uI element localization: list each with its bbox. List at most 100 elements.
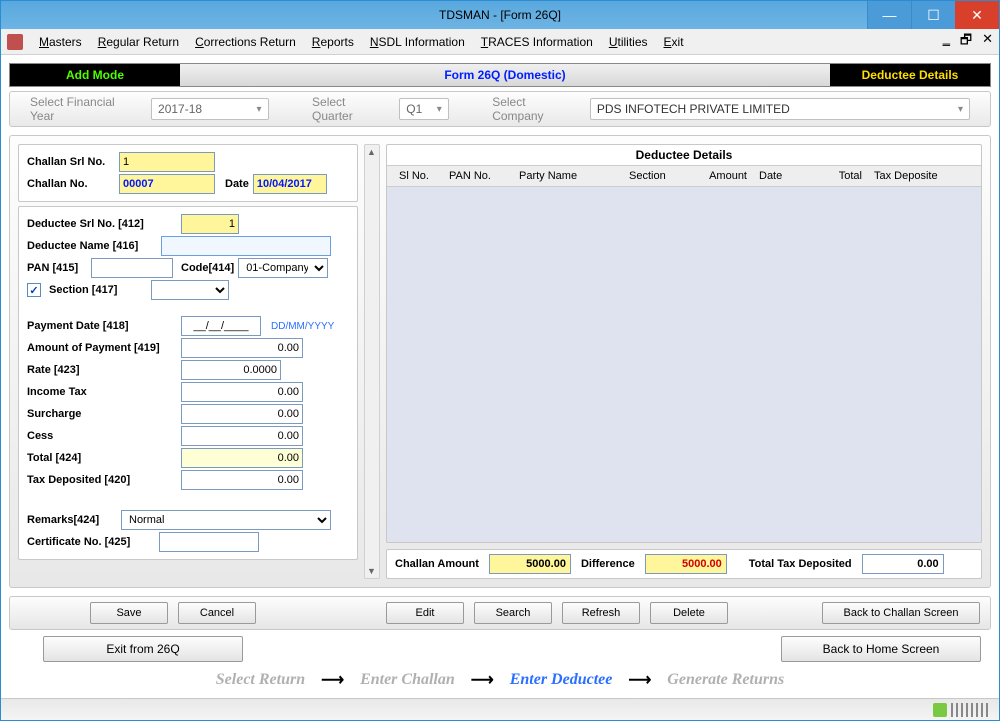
challan-date-input[interactable]	[253, 174, 327, 194]
rate-input[interactable]	[181, 360, 281, 380]
amount-label: Amount of Payment [419]	[27, 342, 177, 354]
challan-amount-value	[489, 554, 571, 574]
resize-grip-icon[interactable]	[951, 703, 991, 717]
total-input[interactable]	[181, 448, 303, 468]
remarks-label: Remarks[424]	[27, 514, 117, 526]
tax-deposited-input[interactable]	[181, 470, 303, 490]
close-icon[interactable]: ✕	[955, 1, 999, 29]
delete-button[interactable]: Delete	[650, 602, 728, 624]
payment-date-input[interactable]	[181, 316, 261, 336]
menu-nsdl[interactable]: NSDL Information	[370, 35, 465, 49]
deductee-srl-input[interactable]	[181, 214, 239, 234]
deductee-box: Deductee Srl No. [412] Deductee Name [41…	[18, 206, 358, 560]
flow-step-3: Enter Deductee	[510, 671, 613, 689]
col-total: Total	[813, 168, 868, 184]
payment-date-label: Payment Date [418]	[27, 320, 177, 332]
fy-combo[interactable]: 2017-18	[151, 98, 269, 120]
deductee-grid: Deductee Details Sl No. PAN No. Party Na…	[386, 144, 982, 543]
total-label: Total [424]	[27, 452, 177, 464]
section-checkbox[interactable]: ✓	[27, 283, 41, 297]
remarks-select[interactable]: Normal	[121, 510, 331, 530]
menu-exit[interactable]: Exit	[664, 35, 684, 49]
save-button[interactable]: Save	[90, 602, 168, 624]
edit-button[interactable]: Edit	[386, 602, 464, 624]
grid-title: Deductee Details	[387, 145, 981, 166]
maximize-icon[interactable]: ☐	[911, 1, 955, 29]
menu-traces[interactable]: TRACES Information	[481, 35, 593, 49]
pan-label: PAN [415]	[27, 262, 87, 274]
grid-body[interactable]	[387, 187, 981, 542]
app-icon	[7, 34, 23, 50]
col-taxdep: Tax Deposite	[868, 168, 975, 184]
challan-box: Challan Srl No. Challan No. Date	[18, 144, 358, 202]
section-select[interactable]	[151, 280, 229, 300]
fy-label: Select Financial Year	[30, 95, 139, 123]
deductee-srl-label: Deductee Srl No. [412]	[27, 218, 177, 230]
grid-header: Sl No. PAN No. Party Name Section Amount…	[387, 166, 981, 187]
menu-corrections-return[interactable]: Corrections Return	[195, 35, 296, 49]
back-home-button[interactable]: Back to Home Screen	[781, 636, 981, 662]
deductee-name-label: Deductee Name [416]	[27, 240, 157, 252]
col-amount: Amount	[693, 168, 753, 184]
quarter-label: Select Quarter	[312, 95, 387, 123]
col-party: Party Name	[513, 168, 623, 184]
mdi-restore-icon[interactable]: 🗗	[960, 31, 972, 53]
cess-input[interactable]	[181, 426, 303, 446]
deductee-name-input[interactable]	[161, 236, 331, 256]
payment-date-hint: DD/MM/YYYY	[271, 321, 334, 332]
company-combo[interactable]: PDS INFOTECH PRIVATE LIMITED	[590, 98, 970, 120]
flow-steps: Select Return ⟶ Enter Challan ⟶ Enter De…	[9, 666, 991, 694]
challan-srl-input[interactable]	[119, 152, 215, 172]
menu-regular-return[interactable]: Regular Return	[98, 35, 179, 49]
certificate-input[interactable]	[159, 532, 259, 552]
filterbar: Select Financial Year 2017-18 Select Qua…	[9, 91, 991, 127]
tax-deposited-label: Tax Deposited [420]	[27, 474, 177, 486]
search-button[interactable]: Search	[474, 602, 552, 624]
refresh-button[interactable]: Refresh	[562, 602, 640, 624]
button-bar: Save Cancel Edit Search Refresh Delete B…	[9, 596, 991, 630]
status-icon	[933, 703, 947, 717]
col-pan: PAN No.	[443, 168, 513, 184]
cancel-button[interactable]: Cancel	[178, 602, 256, 624]
flow-step-2: Enter Challan	[360, 671, 455, 689]
rate-label: Rate [423]	[27, 364, 177, 376]
window-title: TDSMAN - [Form 26Q]	[1, 8, 999, 22]
col-slno: Sl No.	[393, 168, 443, 184]
mdi-close-icon[interactable]: ✕	[982, 31, 993, 53]
challan-srl-label: Challan Srl No.	[27, 156, 115, 168]
menu-masters[interactable]: Masters	[39, 35, 82, 49]
cess-label: Cess	[27, 430, 177, 442]
back-challan-button[interactable]: Back to Challan Screen	[822, 602, 980, 624]
minimize-icon[interactable]: —	[867, 1, 911, 29]
amount-input[interactable]	[181, 338, 303, 358]
challan-amount-label: Challan Amount	[395, 558, 479, 570]
arrow-icon: ⟶	[321, 670, 344, 690]
difference-label: Difference	[581, 558, 635, 570]
income-tax-input[interactable]	[181, 382, 303, 402]
menu-utilities[interactable]: Utilities	[609, 35, 648, 49]
surcharge-input[interactable]	[181, 404, 303, 424]
section-title: Deductee Details	[830, 64, 990, 86]
quarter-combo[interactable]: Q1	[399, 98, 448, 120]
mode-add: Add Mode	[10, 64, 180, 86]
section-label: Section [417]	[49, 284, 117, 296]
button-bar-2: Exit from 26Q Back to Home Screen	[9, 636, 991, 662]
titlebar: TDSMAN - [Form 26Q] — ☐ ✕	[1, 1, 999, 29]
mdi-minimize-icon[interactable]: ‗	[943, 31, 950, 53]
challan-no-input[interactable]	[119, 174, 215, 194]
surcharge-label: Surcharge	[27, 408, 177, 420]
scrollbar[interactable]	[364, 144, 380, 579]
arrow-icon: ⟶	[471, 670, 494, 690]
menubar: Masters Regular Return Corrections Retur…	[1, 29, 999, 55]
pan-input[interactable]	[91, 258, 173, 278]
menu-reports[interactable]: Reports	[312, 35, 354, 49]
code-label: Code[414]	[181, 262, 234, 274]
total-deposited-value	[862, 554, 944, 574]
exit-button[interactable]: Exit from 26Q	[43, 636, 243, 662]
col-section: Section	[623, 168, 693, 184]
flow-step-4: Generate Returns	[667, 671, 784, 689]
code-select[interactable]: 01-Company	[238, 258, 328, 278]
col-date: Date	[753, 168, 813, 184]
challan-date-label: Date	[225, 178, 249, 190]
company-label: Select Company	[492, 95, 578, 123]
